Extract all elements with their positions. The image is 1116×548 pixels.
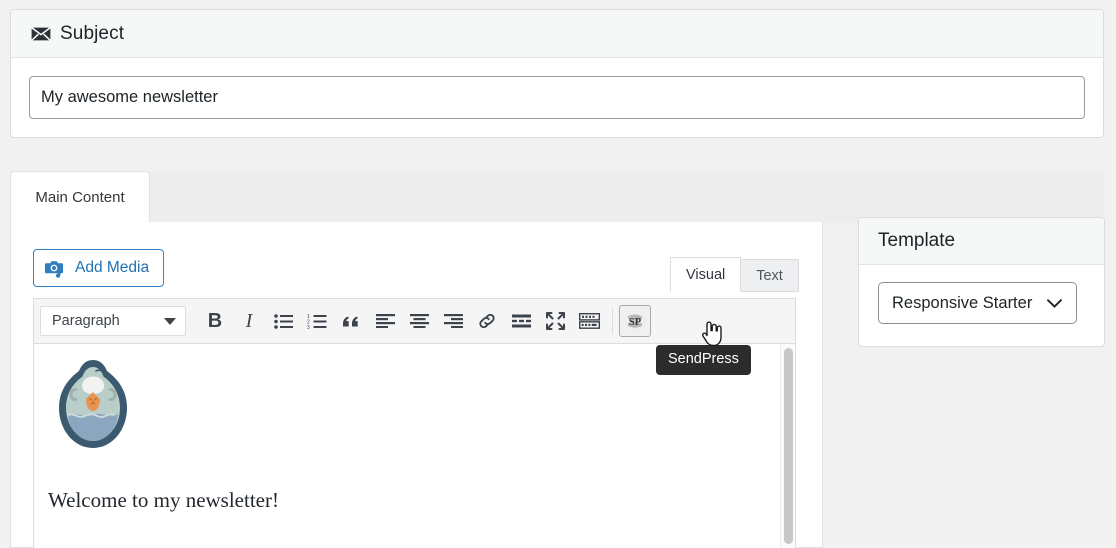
editor-mode-tabs: Visual Text bbox=[670, 257, 799, 292]
chevron-down-icon bbox=[1047, 298, 1062, 308]
bold-button[interactable]: B bbox=[198, 304, 232, 338]
tab-text-label: Text bbox=[756, 267, 783, 284]
subject-panel-body bbox=[11, 58, 1103, 119]
italic-icon: I bbox=[245, 309, 253, 332]
subject-panel: Subject bbox=[10, 9, 1104, 138]
page-title: Subject bbox=[60, 22, 125, 44]
editor-toolbar: Paragraph B I 1 2 3 SP bbox=[34, 299, 795, 344]
tab-text[interactable]: Text bbox=[741, 259, 799, 292]
italic-button[interactable]: I bbox=[232, 304, 266, 338]
template-panel-body: Responsive Starter bbox=[859, 265, 1104, 341]
tab-strip bbox=[10, 171, 1104, 223]
tab-main-content-label: Main Content bbox=[35, 189, 125, 206]
align-right-icon bbox=[443, 314, 463, 328]
bulleted-list-button[interactable] bbox=[266, 304, 300, 338]
numbered-list-icon: 1 2 3 bbox=[307, 314, 327, 329]
editor-scrollbar[interactable] bbox=[780, 344, 795, 548]
toolbar-separator bbox=[612, 308, 613, 334]
tab-main-content[interactable]: Main Content bbox=[10, 171, 150, 223]
numbered-list-button[interactable]: 1 2 3 bbox=[300, 304, 334, 338]
envelope-icon bbox=[31, 26, 51, 41]
sendpress-bird-logo bbox=[59, 360, 127, 448]
align-center-button[interactable] bbox=[402, 304, 436, 338]
toolbar-toggle-button[interactable] bbox=[572, 304, 606, 338]
template-title: Template bbox=[878, 230, 956, 251]
add-media-label: Add Media bbox=[75, 259, 150, 276]
align-left-icon bbox=[375, 314, 395, 328]
sendpress-tooltip: SendPress bbox=[656, 345, 751, 375]
template-select-value: Responsive Starter bbox=[892, 293, 1033, 312]
align-center-icon bbox=[409, 314, 429, 328]
blockquote-icon bbox=[343, 316, 358, 327]
blockquote-button[interactable] bbox=[334, 304, 368, 338]
add-media-button[interactable]: Add Media bbox=[33, 249, 165, 287]
media-camera-music-icon bbox=[45, 260, 64, 278]
bulleted-list-icon bbox=[273, 313, 293, 329]
keyboard-toolbar-icon bbox=[578, 313, 600, 329]
sendpress-button[interactable]: SP bbox=[619, 305, 651, 337]
tab-visual[interactable]: Visual bbox=[670, 257, 742, 292]
subject-input[interactable] bbox=[29, 76, 1085, 119]
editor-body-text: Welcome to my newsletter! bbox=[48, 488, 279, 512]
chevron-down-icon bbox=[164, 317, 176, 325]
align-left-button[interactable] bbox=[368, 304, 402, 338]
insert-link-button[interactable] bbox=[470, 304, 504, 338]
editor-container: Paragraph B I 1 2 3 SP Welcome to my new… bbox=[33, 298, 796, 548]
editor-scrollbar-thumb[interactable] bbox=[784, 348, 793, 544]
svg-text:3: 3 bbox=[307, 325, 310, 329]
tab-visual-label: Visual bbox=[686, 266, 726, 283]
fullscreen-arrows-icon bbox=[545, 312, 565, 330]
template-panel-header: Template bbox=[859, 218, 1104, 265]
read-more-icon bbox=[511, 314, 531, 328]
align-right-button[interactable] bbox=[436, 304, 470, 338]
template-panel: Template Responsive Starter bbox=[858, 217, 1105, 347]
subject-panel-header: Subject bbox=[11, 10, 1103, 58]
paragraph-format-value: Paragraph bbox=[52, 313, 120, 329]
distraction-free-button[interactable] bbox=[538, 304, 572, 338]
bold-icon: B bbox=[207, 309, 223, 332]
sendpress-logo-icon: SP bbox=[624, 310, 646, 332]
template-select[interactable]: Responsive Starter bbox=[878, 282, 1077, 324]
insert-read-more-button[interactable] bbox=[504, 304, 538, 338]
paragraph-format-select[interactable]: Paragraph bbox=[40, 306, 186, 336]
link-icon bbox=[479, 313, 495, 329]
svg-text:SP: SP bbox=[629, 317, 642, 328]
